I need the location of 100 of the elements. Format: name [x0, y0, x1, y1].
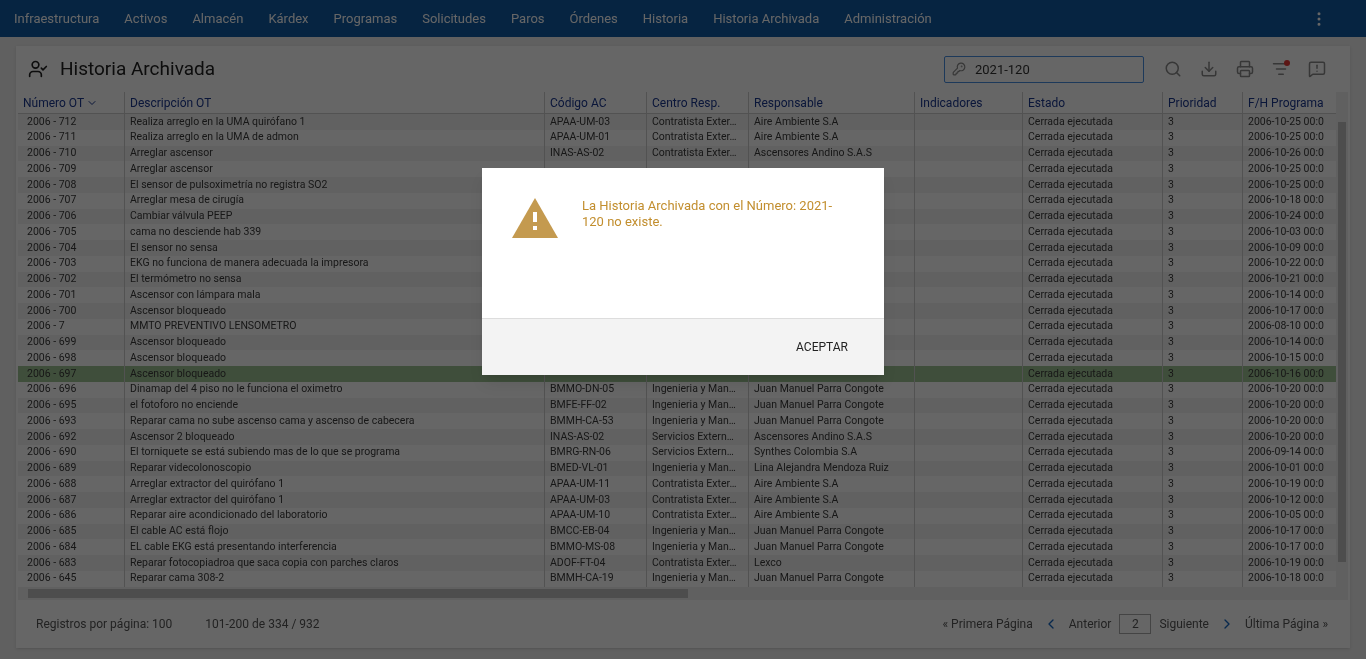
table-cell: 2006-10-03 00:0 [1248, 226, 1324, 238]
first-page-link[interactable]: « Primera Página [942, 614, 1033, 633]
table-cell: 3 [1168, 337, 1174, 348]
search-icon[interactable] [1164, 60, 1182, 78]
table-row[interactable]: 2006 - 712 Realiza arreglo en la UMA quirófano 1 APAA-UM-03 Contratista Exter… Aire Ambiente S.A Cerrada ejecutada 3 2006-10-25 00:0 [18, 114, 1336, 130]
warning-icon [512, 198, 558, 238]
table-cell: Cerrada ejecutada [1028, 352, 1113, 364]
last-page-link[interactable]: Última Página » [1245, 614, 1328, 633]
nav-link[interactable]: Administración [844, 8, 932, 29]
table-cell: Contratista Exter… [652, 132, 737, 143]
next-link[interactable]: Siguiente [1159, 614, 1209, 633]
download-icon[interactable] [1200, 60, 1218, 78]
table-row[interactable]: 2006 - 692 Ascensor 2 bloqueado INAS-AS-02 Servicios Extern… Ascensores Andino S.A.S Cerrada ejecutada 3 2006-10-20 00:0 [18, 429, 1336, 445]
nav-link[interactable]: Programas [333, 8, 398, 29]
table-cell: Cerrada ejecutada [1028, 321, 1113, 332]
table-cell: Contratista Exter… [652, 148, 737, 159]
table-cell: 2006 - 710 [27, 148, 77, 159]
page-number-field[interactable]: 2 [1119, 613, 1152, 634]
nav-link[interactable]: Historia Archivada [713, 8, 820, 29]
nav-link[interactable]: Activos [124, 8, 168, 29]
table-cell: BMMO-MS-08 [550, 541, 616, 553]
previous-link[interactable]: Anterior [1068, 614, 1112, 633]
table-cell: 2006 - 7 [27, 321, 65, 332]
table-cell: Reparar cama 308-2 [130, 573, 225, 584]
table-cell: 2006 - 702 [27, 274, 77, 285]
feedback-icon[interactable] [1308, 60, 1326, 78]
nav-link[interactable]: Infraestructura [14, 8, 100, 29]
table-cell: 2006-08-10 00:0 [1248, 321, 1324, 332]
table-cell: BMMH-CA-19 [550, 573, 614, 584]
table-cell: 3 [1168, 447, 1174, 458]
table-cell: 2006-10-15 00:0 [1248, 352, 1324, 364]
table-cell: el fotoforo no enciende [130, 400, 239, 411]
table-cell: 2006 - 704 [27, 242, 77, 254]
table-cell: Contratista Exter… [652, 557, 737, 569]
table-cell: 2006-10-26 00:0 [1248, 148, 1324, 159]
table-cell: EKG no funciona de manera adecuada la impresora [130, 258, 369, 269]
column-header[interactable]: Indicadores [914, 92, 1022, 113]
table-cell: Ascensores Andino S.A.S [754, 148, 872, 159]
column-header[interactable]: Responsable [748, 92, 914, 113]
table-cell: 2006-10-22 00:0 [1248, 258, 1324, 269]
table-cell: 3 [1168, 526, 1174, 537]
table-cell: Cerrada ejecutada [1028, 478, 1113, 490]
column-header[interactable]: Descripción OT [124, 92, 544, 113]
page-title: Historia Archivada [60, 55, 216, 82]
table-row[interactable]: 2006 - 687 Arreglar extractor del quirófano 1 APAA-UM-03 Contratista Exter… Aire Ambiente S.A Cerrada ejecutada 3 2006-10-12 00:0 [18, 492, 1336, 508]
table-cell: Ascensor con lámpara mala [130, 289, 261, 301]
table-cell: 2006 - 706 [27, 211, 77, 222]
table-cell: Servicios Extern… [652, 447, 734, 458]
table-cell: Cerrada ejecutada [1028, 337, 1113, 348]
table-cell: 2006 - 688 [27, 478, 77, 490]
table-cell: Cerrada ejecutada [1028, 400, 1113, 411]
nav-link[interactable]: Historia [642, 8, 689, 29]
table-cell: 3 [1168, 352, 1174, 364]
column-header[interactable]: Estado [1022, 92, 1162, 113]
print-icon[interactable] [1236, 60, 1254, 78]
nav-link[interactable]: Órdenes [569, 8, 618, 29]
table-cell: 2006 - 698 [27, 352, 77, 364]
table-cell: 3 [1168, 415, 1174, 427]
filter-icon[interactable] [1272, 60, 1290, 78]
table-cell: Cerrada ejecutada [1028, 274, 1113, 285]
nav-link[interactable]: Almacén [192, 8, 244, 29]
table-cell: 2006 - 690 [27, 447, 77, 458]
table-cell: Ingenieria y Man… [652, 463, 736, 474]
table-cell: 2006-10-21 00:0 [1248, 274, 1324, 285]
table-cell: Contratista Exter… [652, 510, 737, 521]
table-cell: 2006 - 700 [27, 305, 77, 317]
table-cell: 3 [1168, 541, 1174, 553]
column-header[interactable]: Código AC [544, 92, 646, 113]
column-header[interactable]: Número OT [18, 92, 124, 113]
table-cell: 2006-10-14 00:0 [1248, 337, 1324, 348]
table-cell: cama no desciende hab 339 [130, 226, 262, 238]
nav-link[interactable]: Paros [510, 8, 545, 29]
column-header[interactable]: Centro Resp. [646, 92, 748, 113]
table-cell: Ascensor bloqueado [130, 337, 227, 348]
table-cell: 2006-10-18 00:0 [1248, 573, 1324, 584]
dialog-message: La Historia Archivada con el Número: 2021-120 no existe. [582, 198, 834, 231]
table-cell: Cerrada ejecutada [1028, 179, 1113, 191]
table-cell: Reparar videcolonoscopio [130, 463, 252, 474]
accept-button[interactable]: ACEPTAR [784, 332, 860, 362]
table-cell: Cerrada ejecutada [1028, 384, 1113, 395]
table-cell: 2006-10-12 00:0 [1248, 494, 1324, 506]
table-cell: Cambiar válvula PEEP [130, 211, 233, 222]
table-cell: 2006 - 695 [27, 400, 77, 411]
column-header[interactable]: Prioridad [1162, 92, 1242, 113]
table-cell: 2006-10-05 00:0 [1248, 510, 1324, 521]
table-cell: 2006-10-01 00:0 [1248, 463, 1324, 474]
table-cell: 2006-10-19 00:0 [1248, 478, 1324, 490]
search-field[interactable]: 2021-120 [944, 55, 1144, 83]
table-cell: 3 [1168, 258, 1174, 269]
table-cell: Aire Ambiente S.A [754, 116, 839, 128]
table-cell: 3 [1168, 494, 1174, 506]
table-row[interactable]: 2006 - 683 Reparar fotocopiadroa que saca copia con parches claros ADOF-FT-04 Contratista Exter… Lexco Cerrada ejecutada 3 2006-10-19 00:0 [18, 555, 1336, 571]
table-cell: 2006 - 683 [27, 557, 77, 569]
record-range: 101-200 de 334 / 932 [205, 615, 320, 633]
nav-link[interactable]: Solicitudes [422, 8, 486, 29]
nav-link[interactable]: Kárdex [268, 8, 309, 29]
table-cell: Arreglar extractor del quirófano 1 [130, 494, 285, 506]
table-cell: Juan Manuel Parra Congote [754, 573, 884, 584]
table-cell: Cerrada ejecutada [1028, 415, 1113, 427]
table-cell: 2006 - 689 [27, 463, 77, 474]
